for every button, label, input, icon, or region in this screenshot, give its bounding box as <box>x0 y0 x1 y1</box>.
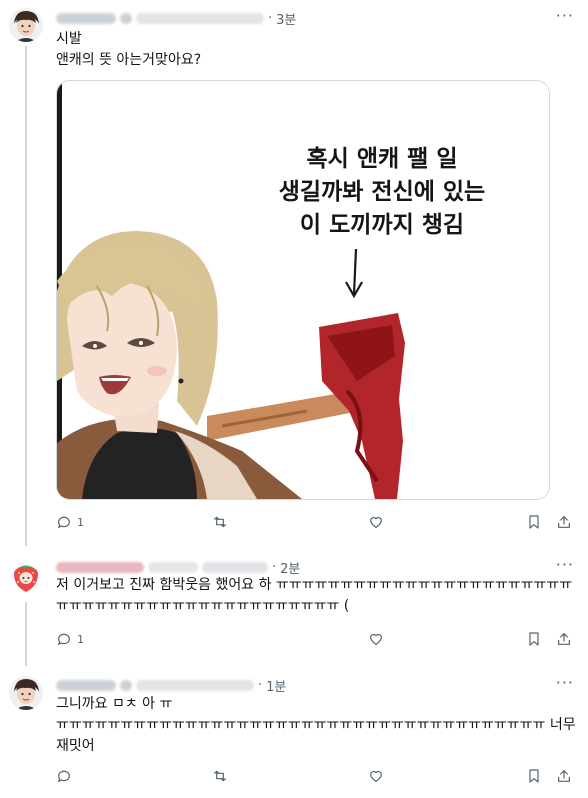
verified-badge-redacted <box>120 680 132 691</box>
post-actions: 1 <box>56 631 574 649</box>
username-redacted[interactable] <box>202 562 268 573</box>
display-name-redacted[interactable] <box>56 680 116 691</box>
more-options-icon[interactable]: ··· <box>556 673 574 692</box>
retweet-button[interactable] <box>212 768 228 784</box>
post-text-line: 그니까요 ㅁㅊ 아 ㅠ <box>56 696 173 712</box>
share-button[interactable] <box>556 768 572 784</box>
display-name-redacted[interactable] <box>56 562 144 573</box>
share-icon <box>558 770 570 782</box>
post-actions <box>56 768 574 786</box>
post-text-line: 앤캐의 뜻 아는거맞아요? <box>56 52 202 68</box>
like-button[interactable] <box>368 514 384 530</box>
bookmark-button[interactable] <box>526 631 542 647</box>
post-actions: 1 <box>56 514 574 532</box>
more-options-icon[interactable]: ··· <box>556 6 574 25</box>
post-header: · 3분 <box>56 9 296 28</box>
separator-dot: · <box>258 678 263 693</box>
post-text: 시발 앤캐의 뜻 아는거맞아요? <box>56 29 576 71</box>
image-caption-line: 혹시 앤캐 팰 일 <box>306 146 458 172</box>
like-icon <box>370 516 382 528</box>
avatar[interactable] <box>9 560 43 594</box>
display-name-emoji-redacted <box>148 562 198 573</box>
reply-icon <box>58 516 70 528</box>
reply-icon <box>58 633 70 645</box>
share-button[interactable] <box>556 631 572 647</box>
bookmark-icon <box>529 515 539 529</box>
post-text-line: 시발 <box>56 31 82 47</box>
post-text: 그니까요 ㅁㅊ 아 ㅠ ㅠㅠㅠㅠㅠㅠㅠㅠㅠㅠㅠㅠㅠㅠㅠㅠㅠㅠㅠㅠㅠㅠㅠㅠㅠㅠㅠㅠ… <box>56 694 576 757</box>
post-image[interactable]: 혹시 앤캐 팰 일 생길까봐 전신에 있는 이 도끼까지 챙김 <box>56 80 550 500</box>
bookmark-icon <box>529 769 539 783</box>
username-redacted[interactable] <box>136 13 264 24</box>
separator-dot: · <box>268 11 273 26</box>
reply-icon <box>58 770 70 782</box>
reply-button[interactable]: 1 <box>56 514 84 530</box>
image-caption-line: 이 도끼까지 챙김 <box>299 212 465 238</box>
post-text-line: 저 이거보고 진짜 함박웃음 했어요 하 ㅠㅠㅠㅠㅠㅠㅠㅠㅠㅠㅠㅠㅠㅠㅠㅠㅠㅠㅠ… <box>56 577 573 614</box>
like-icon <box>370 633 382 645</box>
reply-button[interactable] <box>56 768 72 784</box>
reply-button[interactable]: 1 <box>56 631 84 647</box>
bookmark-icon <box>529 632 539 646</box>
share-button[interactable] <box>556 514 572 530</box>
username-redacted[interactable] <box>136 680 254 691</box>
more-options-icon[interactable]: ··· <box>556 555 574 574</box>
post-text-line: ㅠㅠㅠㅠㅠㅠㅠㅠㅠㅠㅠㅠㅠㅠㅠㅠㅠㅠㅠㅠㅠㅠㅠㅠㅠㅠㅠㅠㅠㅠㅠㅠㅠㅠㅠㅠㅠㅠ 너… <box>56 717 576 754</box>
like-button[interactable] <box>368 631 384 647</box>
separator-dot: · <box>272 560 277 575</box>
image-caption-line: 생길까봐 전신에 있는 <box>278 179 486 205</box>
thread-line-1 <box>25 46 27 546</box>
like-button[interactable] <box>368 768 384 784</box>
bookmark-button[interactable] <box>526 768 542 784</box>
post-text: 저 이거보고 진짜 함박웃음 했어요 하 ㅠㅠㅠㅠㅠㅠㅠㅠㅠㅠㅠㅠㅠㅠㅠㅠㅠㅠㅠ… <box>56 575 576 617</box>
like-icon <box>370 770 382 782</box>
retweet-icon <box>214 516 226 528</box>
post-time[interactable]: 3분 <box>276 9 296 28</box>
avatar[interactable] <box>9 8 43 42</box>
retweet-icon <box>214 770 226 782</box>
share-icon <box>558 516 570 528</box>
verified-badge-redacted <box>120 13 132 24</box>
reply-count: 1 <box>77 515 84 529</box>
bookmark-button[interactable] <box>526 514 542 530</box>
image-caption: 혹시 앤캐 팰 일 생길까봐 전신에 있는 이 도끼까지 챙김 <box>257 143 507 242</box>
display-name-redacted[interactable] <box>56 13 116 24</box>
post-time[interactable]: 1분 <box>266 676 286 695</box>
post-header: · 1분 <box>56 676 286 695</box>
avatar[interactable] <box>9 676 43 710</box>
share-icon <box>558 633 570 645</box>
reply-count: 1 <box>77 632 84 646</box>
retweet-button[interactable] <box>212 514 228 530</box>
thread-line-2 <box>25 602 27 666</box>
